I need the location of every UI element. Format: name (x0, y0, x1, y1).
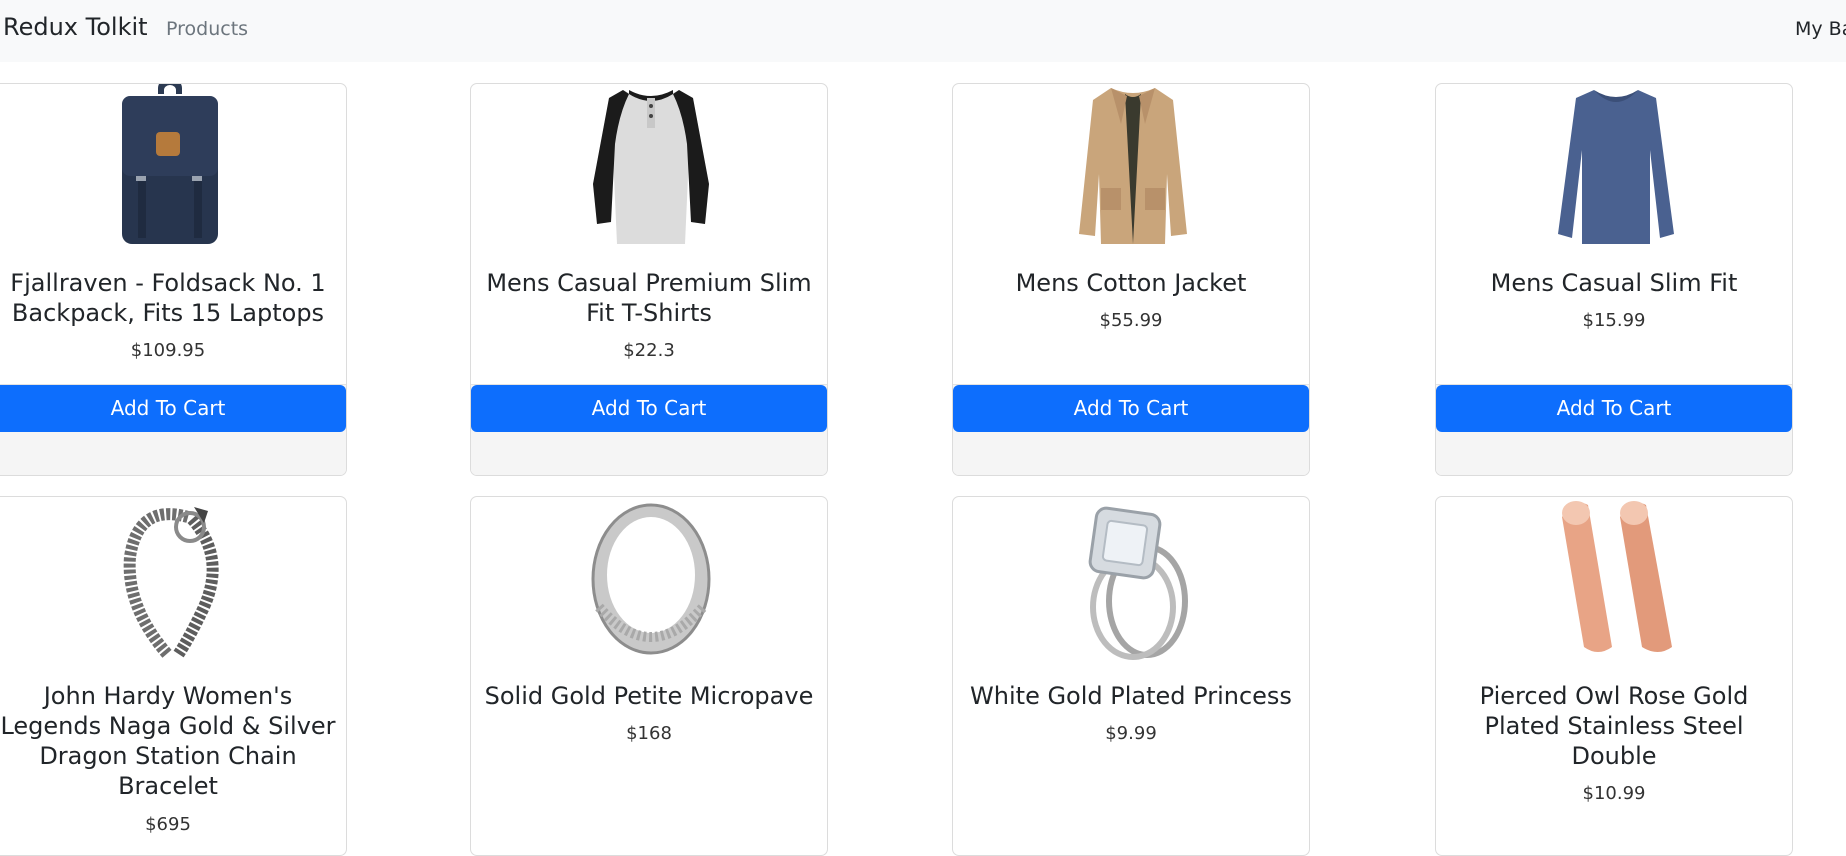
jacket-image (1071, 84, 1195, 248)
rose-gold-plugs-image (1554, 497, 1678, 661)
card-footer: Add To Cart (471, 384, 827, 475)
card-footer: Add To Cart (953, 384, 1309, 475)
product-card: John Hardy Women's Legends Naga Gold & S… (0, 496, 347, 856)
product-title: Pierced Owl Rose Gold Plated Stainless S… (1479, 682, 1749, 770)
add-to-cart-button[interactable]: Add To Cart (953, 385, 1309, 432)
diamond-ring-image (1071, 497, 1195, 661)
product-price: $22.3 (623, 340, 675, 361)
product-price: $15.99 (1582, 310, 1646, 331)
raglan-shirt-image (589, 84, 713, 248)
product-price: $168 (626, 723, 672, 744)
product-card: Solid Gold Petite Micropave $168 (470, 496, 828, 856)
product-card: White Gold Plated Princess $9.99 (952, 496, 1310, 856)
product-title: Mens Cotton Jacket (1015, 269, 1247, 297)
product-card: Fjallraven - Foldsack No. 1 Backpack, Fi… (0, 83, 347, 476)
nav-link-products[interactable]: Products (166, 18, 248, 40)
silver-ring-image (589, 497, 713, 661)
longsleeve-shirt-image (1554, 84, 1678, 248)
product-title: Fjallraven - Foldsack No. 1 Backpack, Fi… (10, 269, 326, 327)
navbar: Redux Tolkit Products My Bag (0, 0, 1846, 62)
product-price: $109.95 (130, 340, 206, 361)
product-title: John Hardy Women's Legends Naga Gold & S… (0, 682, 336, 800)
product-card: Mens Cotton Jacket $55.99 Add To Cart (952, 83, 1310, 476)
product-card: Mens Casual Premium Slim Fit T-Shirts $2… (470, 83, 828, 476)
product-title: White Gold Plated Princess (970, 682, 1292, 710)
product-price: $695 (145, 814, 191, 835)
product-price: $55.99 (1099, 310, 1163, 331)
product-card: Pierced Owl Rose Gold Plated Stainless S… (1435, 496, 1793, 856)
product-title: Mens Casual Slim Fit (1490, 269, 1738, 297)
product-title: Solid Gold Petite Micropave (484, 682, 814, 710)
add-to-cart-button[interactable]: Add To Cart (1436, 385, 1792, 432)
brand-title[interactable]: Redux Tolkit (3, 13, 148, 41)
product-price: $9.99 (1105, 723, 1157, 744)
product-title: Mens Casual Premium Slim Fit T-Shirts (486, 269, 812, 327)
product-card: Mens Casual Slim Fit $15.99 Add To Cart (1435, 83, 1793, 476)
bracelet-image (108, 497, 232, 661)
card-footer: Add To Cart (0, 384, 346, 475)
add-to-cart-button[interactable]: Add To Cart (471, 385, 827, 432)
add-to-cart-button[interactable]: Add To Cart (0, 385, 346, 432)
card-footer: Add To Cart (1436, 384, 1792, 475)
product-price: $10.99 (1582, 783, 1646, 804)
nav-link-my-bag[interactable]: My Bag (1795, 18, 1846, 40)
backpack-image (108, 84, 232, 248)
